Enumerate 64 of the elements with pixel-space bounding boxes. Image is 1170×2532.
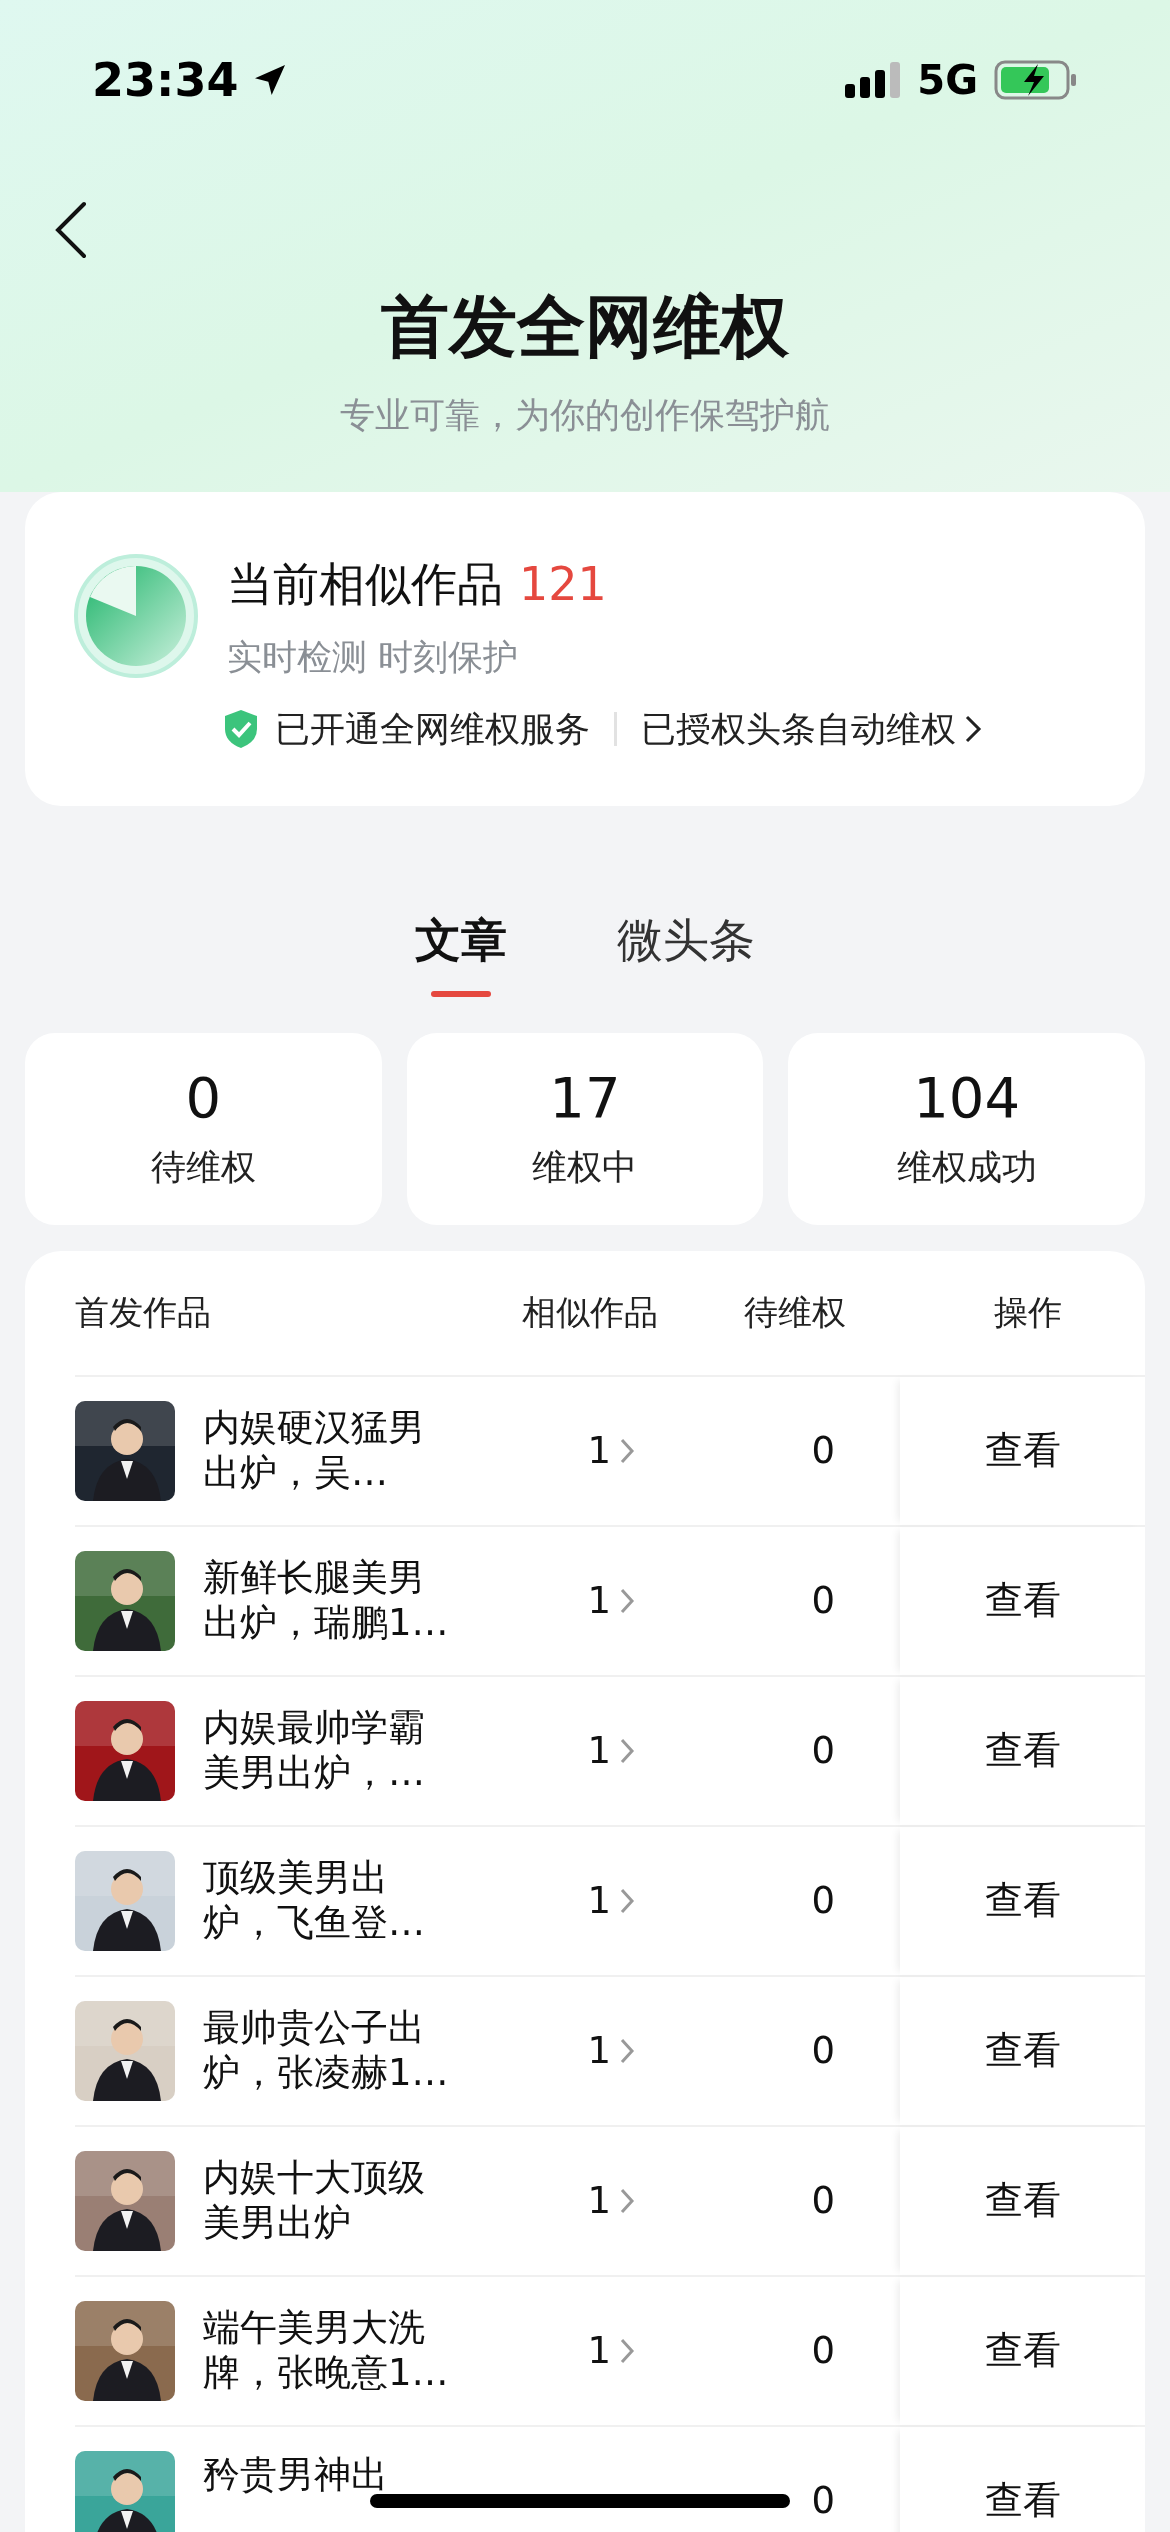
article-title: 内娱最帅学霸 美男出炉，… bbox=[203, 1706, 425, 1795]
service-status: 已开通全网维权服务 bbox=[275, 708, 590, 751]
summary-count: 121 bbox=[519, 555, 607, 613]
battery-charging-icon bbox=[994, 60, 1078, 100]
summary-label: 当前相似作品 bbox=[227, 555, 503, 613]
article-title: 矜贵男神出 bbox=[203, 2452, 388, 2497]
table-cell-text: 0 bbox=[810, 1727, 835, 1774]
article-title: 顶级美男出 炉，飞鱼登… bbox=[203, 1856, 425, 1945]
table-cell-text: 0 bbox=[810, 2027, 835, 2074]
chevron-right-icon bbox=[619, 2336, 635, 2365]
chevron-right-icon bbox=[619, 2036, 635, 2065]
similar-count-link[interactable]: 1 bbox=[500, 2172, 680, 2229]
shield-check-icon bbox=[223, 709, 259, 750]
stat-value: 0 bbox=[185, 1064, 222, 1133]
similar-count-link[interactable]: 1 bbox=[500, 2022, 680, 2079]
tab[interactable]: 文章 bbox=[415, 905, 507, 997]
article-title: 新鲜长腿美男 出炉，瑞鹏1… bbox=[203, 1556, 449, 1645]
table-cell-text: 0 bbox=[810, 1877, 835, 1924]
stat-label: 待维权 bbox=[150, 1146, 256, 1190]
view-link[interactable]: 查看 bbox=[984, 2022, 1061, 2079]
column-header: 操作 bbox=[992, 1291, 1063, 1334]
similar-count-link[interactable]: 1 bbox=[500, 1572, 680, 1629]
stat-value: 17 bbox=[549, 1064, 621, 1133]
column-header: 首发作品 bbox=[75, 1291, 212, 1334]
similar-count-link[interactable]: 1 bbox=[500, 2322, 680, 2379]
chevron-right-icon bbox=[619, 1886, 635, 1915]
view-link[interactable]: 查看 bbox=[984, 2472, 1061, 2529]
article-title: 内娱硬汉猛男 出炉，吴… bbox=[203, 1406, 425, 1495]
page-title: 首发全网维权 bbox=[381, 286, 789, 368]
signal-icon bbox=[845, 62, 902, 98]
summary-caption: 实时检测 时刻保护 bbox=[227, 635, 520, 679]
chevron-right-icon bbox=[619, 2186, 635, 2215]
table-cell-text: 0 bbox=[810, 1577, 835, 1624]
chevron-right-icon bbox=[964, 714, 982, 745]
view-link[interactable]: 查看 bbox=[984, 1872, 1061, 1929]
view-link[interactable]: 查看 bbox=[984, 1572, 1061, 1629]
article-title: 内娱十大顶级 美男出炉 bbox=[203, 2156, 425, 2245]
stat-label: 维权成功 bbox=[896, 1146, 1037, 1190]
table-cell-text: 0 bbox=[810, 1427, 835, 1474]
chevron-right-icon bbox=[619, 1436, 635, 1465]
chevron-right-icon bbox=[619, 1736, 635, 1765]
view-link[interactable]: 查看 bbox=[984, 2322, 1061, 2379]
table-cell-text: 0 bbox=[810, 2477, 835, 2524]
page-subtitle: 专业可靠，为你的创作保驾护航 bbox=[340, 394, 830, 437]
radar-icon bbox=[73, 553, 199, 680]
view-link[interactable]: 查看 bbox=[984, 2172, 1061, 2229]
stat-value: 104 bbox=[913, 1064, 1021, 1133]
chevron-right-icon bbox=[619, 1586, 635, 1615]
table-cell-text: 0 bbox=[810, 2177, 835, 2224]
stat-label: 维权中 bbox=[532, 1146, 638, 1190]
view-link[interactable]: 查看 bbox=[984, 1422, 1061, 1479]
similar-count-link[interactable]: 1 bbox=[500, 1872, 680, 1929]
similar-count-link[interactable]: 1 bbox=[500, 1722, 680, 1779]
view-link[interactable]: 查看 bbox=[984, 1722, 1061, 1779]
column-header: 相似作品 bbox=[521, 1291, 659, 1334]
column-header: 待维权 bbox=[743, 1291, 847, 1334]
status-time: 23:34 bbox=[92, 57, 239, 103]
network-label: 5G bbox=[917, 60, 978, 100]
article-title: 端午美男大洗 牌，张晚意1… bbox=[203, 2306, 449, 2395]
similar-count-link[interactable]: 1 bbox=[500, 1422, 680, 1479]
tab[interactable]: 微头条 bbox=[617, 905, 755, 997]
auto-protection-link[interactable]: 已授权头条自动维权 bbox=[641, 703, 982, 756]
article-title: 最帅贵公子出 炉，张凌赫1… bbox=[203, 2006, 449, 2095]
table-cell-text: 0 bbox=[810, 2327, 835, 2374]
